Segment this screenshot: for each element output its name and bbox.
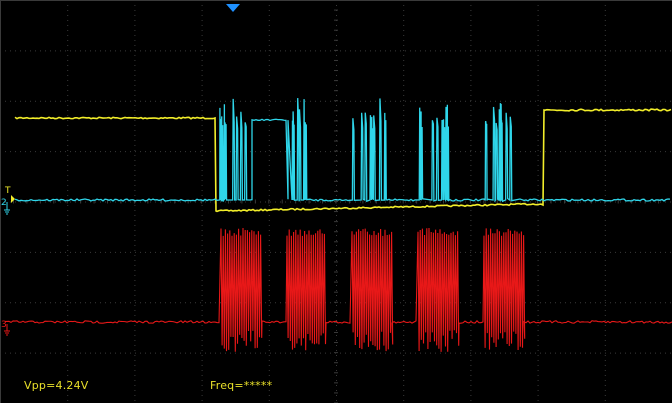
- waveform-display: T 2 3: [0, 0, 672, 403]
- vpp-readout: Vpp=4.24V: [24, 379, 89, 392]
- ch3-marker-label: 3: [1, 320, 7, 330]
- trigger-level-label: T: [4, 186, 11, 196]
- freq-readout: Freq=*****: [210, 379, 273, 392]
- oscilloscope-screen: T 2 3 Vpp=4.24V Freq=*****: [0, 0, 672, 403]
- ch2-marker-label: 2: [1, 198, 7, 208]
